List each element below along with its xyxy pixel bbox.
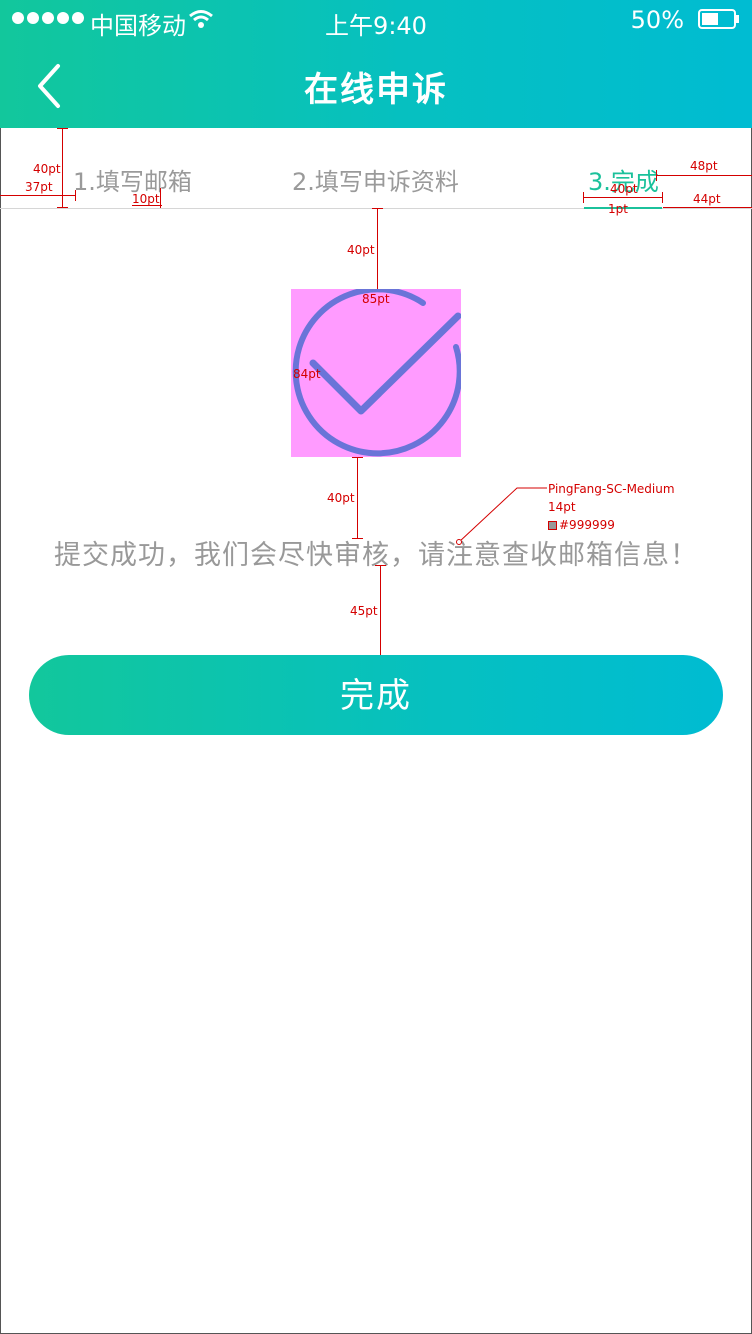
- spacing-guide-tick: [656, 170, 657, 181]
- spacing-guide: [656, 175, 752, 176]
- spacing-guide-tick: [662, 192, 663, 203]
- annotation-underline-height: 1pt: [608, 202, 628, 216]
- status-bar: 中国移动 上午9:40 50%: [0, 0, 752, 40]
- annotation-step3-width: 40pt: [610, 182, 638, 196]
- spacing-guide-tick: [160, 188, 161, 208]
- color-swatch: [548, 521, 557, 530]
- spacing-guide-tick: [352, 538, 363, 539]
- annotation-font-color: #999999: [548, 518, 615, 532]
- spacing-guide-tick: [57, 207, 68, 208]
- annotation-text-top: 40pt: [327, 491, 355, 505]
- annotation-icon-top: 40pt: [347, 243, 375, 257]
- annotation-icon-width: 85pt: [362, 292, 390, 306]
- step-fill-appeal-info[interactable]: 2.填写申诉资料: [292, 162, 459, 197]
- spacing-guide-tick: [57, 128, 68, 129]
- battery-percent: 50%: [630, 6, 684, 34]
- spacing-guide-tick: [352, 457, 363, 458]
- spacing-guide: [62, 128, 63, 208]
- annotation-step-left: 37pt: [25, 180, 53, 194]
- spacing-guide-tick: [375, 565, 386, 566]
- annotation-step3-right: 48pt: [690, 159, 718, 173]
- spacing-guide-tick: [75, 190, 76, 201]
- annotation-underline-right: 44pt: [693, 192, 721, 206]
- battery-icon: [698, 9, 739, 29]
- annotation-leader-line: [456, 487, 547, 545]
- spacing-guide: [583, 197, 663, 198]
- spacing-guide: [380, 565, 381, 655]
- annotation-font-color-value: #999999: [559, 518, 615, 532]
- annotation-button-top: 45pt: [350, 604, 378, 618]
- spacing-guide-tick: [372, 208, 383, 209]
- page-title: 在线申诉: [304, 70, 448, 110]
- spacing-guide: [377, 208, 378, 289]
- spacing-guide-tick: [583, 192, 584, 203]
- header: 中国移动 上午9:40 50% 在线申诉: [0, 0, 752, 128]
- annotation-step-top: 40pt: [33, 162, 61, 176]
- annotation-font-name: PingFang-SC-Medium: [548, 482, 675, 496]
- annotation-icon-height: 84pt: [293, 367, 321, 381]
- spacing-guide: [357, 457, 358, 538]
- annotation-step-gap: 10pt: [132, 192, 160, 206]
- spacing-guide: [663, 207, 752, 208]
- annotation-font-size: 14pt: [548, 500, 576, 514]
- success-message: 提交成功，我们会尽快审核，请注意查收邮箱信息！: [54, 540, 698, 571]
- done-button[interactable]: 完成: [29, 655, 723, 735]
- spacing-guide: [0, 195, 75, 196]
